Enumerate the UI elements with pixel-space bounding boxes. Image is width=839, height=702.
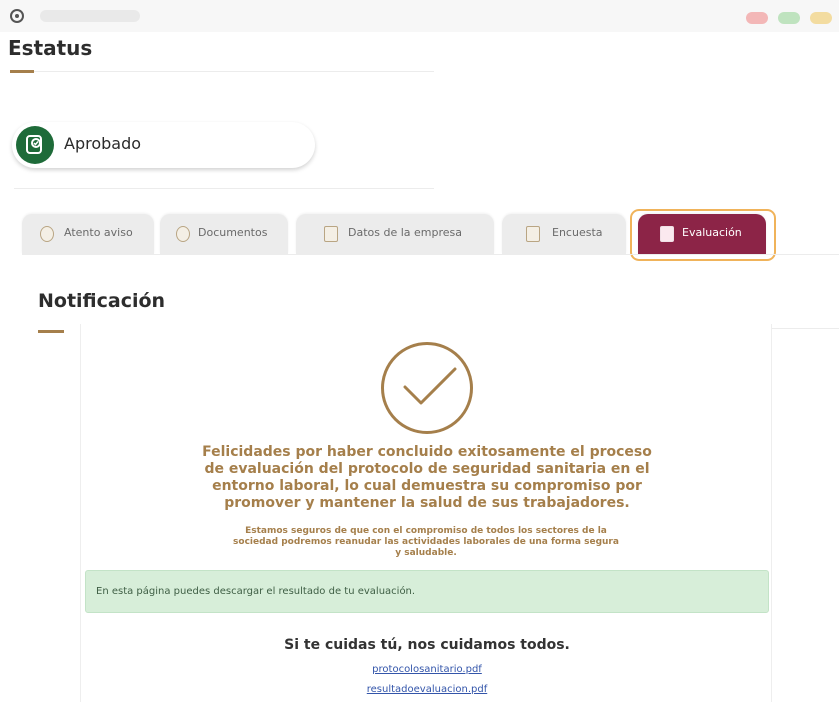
tab-label: Documentos: [198, 226, 268, 239]
tab-encuesta[interactable]: Encuesta: [502, 214, 626, 254]
section-divider: [772, 328, 839, 329]
message-line: sociedad podremos reanudar las actividad…: [233, 537, 619, 547]
alert-text: En esta página puedes descargar el resul…: [96, 586, 416, 597]
slogan: Si te cuidas tú, nos cuidamos todos.: [284, 637, 570, 653]
title-divider: [34, 71, 434, 72]
status-divider: [14, 188, 434, 189]
window-control-green[interactable]: [778, 12, 800, 24]
info-icon: [40, 226, 54, 242]
notification-card: Felicidades por haber concluido exitosam…: [80, 324, 772, 702]
message-line: entorno laboral, lo cual demuestra su co…: [212, 478, 642, 494]
check-circle-icon: [381, 342, 473, 434]
window-control-yellow[interactable]: [810, 12, 832, 24]
message-line: y saludable.: [395, 548, 457, 558]
address-bar: [40, 10, 140, 22]
download-link-protocolo[interactable]: protocolosanitario.pdf: [81, 664, 773, 675]
window-control-red[interactable]: [746, 12, 768, 24]
page-title: Estatus: [8, 36, 93, 60]
tabs-divider: [22, 254, 839, 255]
section-underline: [38, 330, 64, 333]
tab-datos-de-la-empresa[interactable]: Datos de la empresa: [296, 214, 494, 254]
message-line: promover y mantener la salud de sus trab…: [224, 495, 630, 511]
tab-label: Datos de la empresa: [348, 226, 463, 239]
message-line: Estamos seguros de que con el compromiso…: [245, 526, 607, 536]
status-badge: Aprobado: [12, 122, 315, 168]
clipboard-icon: [526, 226, 540, 242]
info-icon: [176, 226, 190, 242]
browser-top-bar: [0, 0, 839, 32]
congratulations-message: Felicidades por haber concluido exitosam…: [173, 444, 681, 512]
tab-documentos[interactable]: Documentos: [160, 214, 288, 254]
tab-label: Encuesta: [552, 226, 603, 239]
tab-label: Atento aviso: [64, 226, 133, 239]
message-line: Felicidades por haber concluido exitosam…: [202, 444, 652, 460]
document-check-icon: [16, 126, 54, 164]
section-title: Notificación: [38, 290, 166, 312]
download-alert: En esta página puedes descargar el resul…: [85, 570, 769, 613]
building-icon: [324, 226, 338, 242]
title-underline: [10, 70, 34, 73]
status-label: Aprobado: [64, 134, 142, 153]
message-line: de evaluación del protocolo de seguridad…: [204, 461, 650, 477]
download-link-resultado[interactable]: resultadoevaluacion.pdf: [81, 684, 773, 695]
secondary-message: Estamos seguros de que con el compromiso…: [206, 526, 646, 559]
tab-atento-aviso[interactable]: Atento aviso: [22, 214, 154, 254]
radio-icon[interactable]: [10, 9, 24, 23]
